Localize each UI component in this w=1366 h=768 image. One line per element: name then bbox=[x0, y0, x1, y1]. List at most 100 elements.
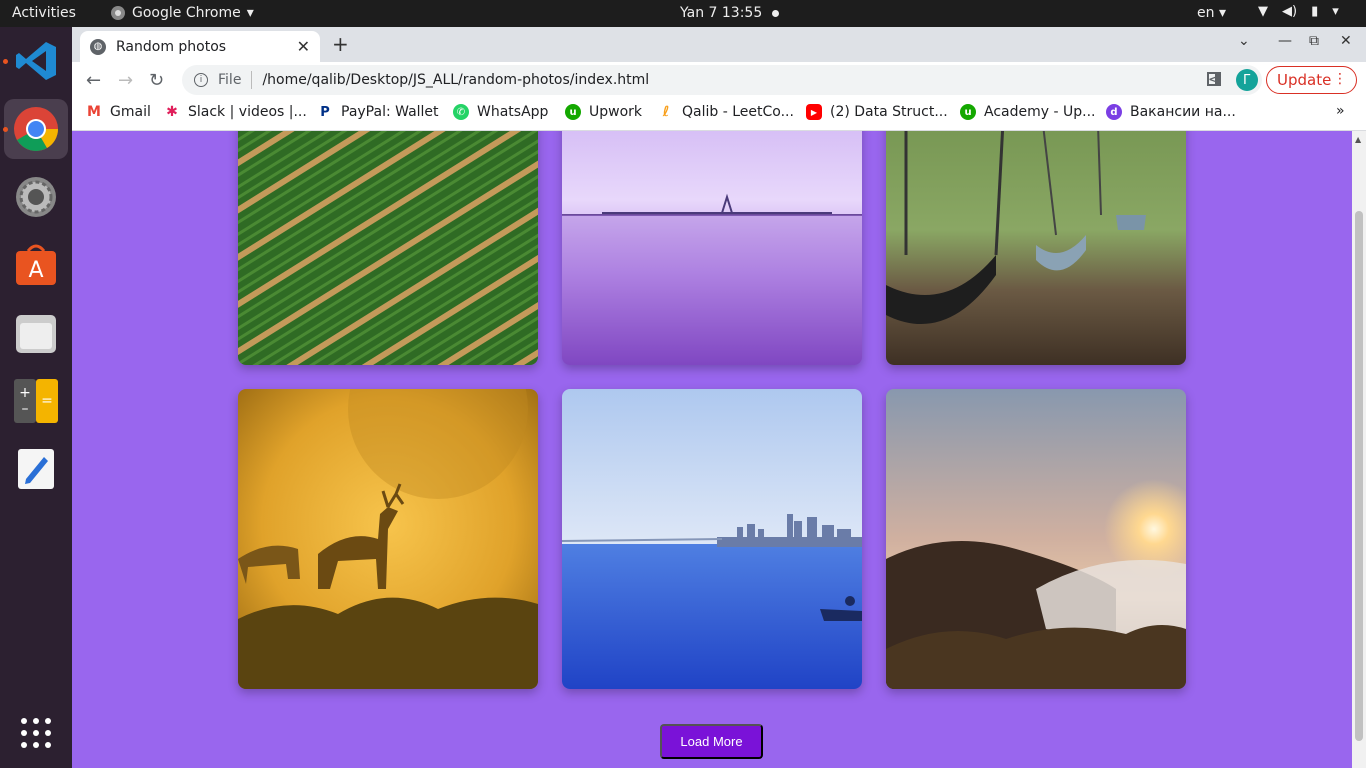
activities-button[interactable]: Activities bbox=[12, 5, 76, 21]
bookmark-label: Upwork bbox=[589, 104, 643, 120]
lang-label: en bbox=[1197, 5, 1215, 21]
dock-ubuntu-software[interactable]: A bbox=[4, 235, 68, 295]
tab-search-icon[interactable]: ⌄ bbox=[1238, 33, 1250, 49]
globe-icon: ◍ bbox=[90, 38, 106, 55]
dock-files[interactable] bbox=[4, 303, 68, 363]
youtube-icon: ▶ bbox=[806, 104, 822, 120]
bookmark-label: Academy - Up... bbox=[984, 104, 1096, 120]
scroll-up-icon[interactable]: ▲ bbox=[1355, 135, 1361, 144]
photo-card[interactable] bbox=[886, 131, 1186, 365]
bookmarks-bar: M Gmail ✱ Slack | videos |... P PayPal: Wal… bbox=[72, 98, 1366, 131]
minimize-button[interactable]: — bbox=[1278, 33, 1292, 49]
tab-title: Random photos bbox=[116, 38, 227, 55]
url-divider bbox=[251, 71, 253, 89]
upwork-icon: u bbox=[565, 104, 581, 120]
more-menu-icon: ⋮ bbox=[1333, 71, 1347, 87]
update-button[interactable]: Update ⋮ bbox=[1266, 66, 1357, 94]
chrome-small-icon bbox=[111, 6, 125, 20]
upwork-icon: u bbox=[960, 104, 976, 120]
scrollbar-thumb[interactable] bbox=[1355, 211, 1363, 741]
back-button[interactable]: ← bbox=[86, 70, 101, 91]
battery-icon: ▮ bbox=[1311, 4, 1319, 19]
vscode-icon bbox=[16, 42, 56, 80]
svg-text:–: – bbox=[22, 401, 29, 417]
bookmark-label: PayPal: Wallet bbox=[341, 104, 439, 120]
paypal-icon: P bbox=[320, 104, 330, 120]
reload-button[interactable]: ↻ bbox=[149, 70, 164, 91]
calculator-icon: +– = bbox=[14, 379, 58, 423]
svg-text:+: + bbox=[19, 385, 31, 401]
page-viewport: Load More bbox=[72, 131, 1352, 768]
system-top-bar: Activities Google Chrome ▾ Yan 7 13:55 e… bbox=[0, 0, 1366, 27]
dock-chrome[interactable] bbox=[3, 99, 68, 159]
side-panel-icon[interactable] bbox=[1207, 72, 1221, 86]
svg-text:=: = bbox=[41, 393, 53, 409]
browser-toolbar: ← → ↻ i File /home/qalib/Desktop/JS_ALL/… bbox=[72, 62, 1366, 98]
system-tray[interactable]: ▼ ◀) ▮ ▾ bbox=[1258, 4, 1339, 19]
text-editor-icon bbox=[18, 449, 54, 489]
site-info-icon[interactable]: i bbox=[194, 73, 208, 87]
show-applications-button[interactable] bbox=[4, 703, 68, 763]
photo-deer-mist bbox=[238, 389, 538, 689]
restore-button[interactable]: ⧉ bbox=[1309, 33, 1319, 49]
bookmark-label: Gmail bbox=[110, 104, 151, 120]
bookmark-djinni[interactable]: d Вакансии на... bbox=[1106, 104, 1236, 120]
profile-avatar[interactable]: Г bbox=[1236, 69, 1258, 91]
bookmark-label: Qalib - LeetCo... bbox=[682, 104, 794, 120]
url-text[interactable]: /home/qalib/Desktop/JS_ALL/random-photos… bbox=[262, 72, 649, 88]
photo-card[interactable] bbox=[238, 131, 538, 365]
close-window-button[interactable]: ✕ bbox=[1340, 33, 1352, 49]
app-menu[interactable]: Google Chrome ▾ bbox=[110, 5, 254, 21]
photo-card[interactable] bbox=[886, 389, 1186, 689]
bookmark-slack[interactable]: ✱ Slack | videos |... bbox=[164, 104, 307, 120]
svg-text:A: A bbox=[28, 258, 43, 283]
bookmark-leetcode[interactable]: ℓ Qalib - LeetCo... bbox=[658, 104, 794, 120]
clock[interactable]: Yan 7 13:55 bbox=[680, 5, 762, 21]
notification-dot bbox=[772, 10, 779, 17]
folder-icon bbox=[16, 315, 56, 353]
volume-icon: ◀) bbox=[1282, 4, 1298, 19]
photo-card[interactable] bbox=[562, 389, 862, 689]
bookmark-gmail[interactable]: M Gmail bbox=[86, 104, 151, 120]
running-indicator bbox=[3, 127, 8, 132]
update-label: Update bbox=[1277, 71, 1332, 89]
dock: A + – = bbox=[0, 27, 72, 768]
photo-card[interactable] bbox=[238, 389, 538, 689]
app-menu-label: Google Chrome bbox=[132, 5, 241, 21]
keyboard-layout[interactable]: en ▾ bbox=[1197, 5, 1226, 21]
dock-settings[interactable] bbox=[4, 167, 68, 227]
gmail-icon: M bbox=[87, 104, 101, 120]
bookmarks-overflow-icon[interactable]: » bbox=[1336, 103, 1345, 119]
new-tab-button[interactable]: + bbox=[332, 32, 349, 56]
tab-strip: ◍ Random photos ✕ + ⌄ — ⧉ ✕ bbox=[72, 27, 1366, 62]
wifi-icon: ▼ bbox=[1258, 4, 1268, 19]
dock-vscode[interactable] bbox=[3, 31, 68, 91]
load-more-button[interactable]: Load More bbox=[660, 724, 763, 759]
close-tab-icon[interactable]: ✕ bbox=[297, 37, 310, 56]
bookmark-paypal[interactable]: P PayPal: Wallet bbox=[317, 104, 439, 120]
photo-sunset-fog bbox=[886, 389, 1186, 689]
address-bar[interactable]: i File /home/qalib/Desktop/JS_ALL/random… bbox=[182, 65, 1262, 95]
chrome-icon bbox=[14, 107, 58, 151]
page-scrollbar[interactable]: ▲ bbox=[1352, 131, 1366, 768]
tab-random-photos[interactable]: ◍ Random photos ✕ bbox=[80, 31, 320, 62]
app-grid-icon bbox=[21, 718, 51, 748]
bookmark-upwork-academy[interactable]: u Academy - Up... bbox=[960, 104, 1095, 120]
photo-city-bay bbox=[562, 389, 862, 689]
dock-text-editor[interactable] bbox=[4, 439, 68, 499]
leetcode-icon: ℓ bbox=[662, 104, 670, 120]
djinni-icon: d bbox=[1106, 104, 1122, 120]
bookmark-label: Slack | videos |... bbox=[188, 104, 307, 120]
forward-button[interactable]: → bbox=[118, 70, 133, 91]
settings-gear-icon bbox=[16, 177, 56, 217]
software-store-icon: A bbox=[16, 244, 56, 285]
bookmark-upwork[interactable]: u Upwork bbox=[565, 104, 642, 120]
photo-purple-bridge bbox=[562, 131, 862, 365]
chrome-window: ◍ Random photos ✕ + ⌄ — ⧉ ✕ ← → ↻ i File… bbox=[72, 27, 1366, 768]
dock-calculator[interactable]: + – = bbox=[4, 371, 68, 431]
photo-swings bbox=[886, 131, 1186, 365]
bookmark-youtube[interactable]: ▶ (2) Data Struct... bbox=[806, 104, 948, 120]
photo-card[interactable] bbox=[562, 131, 862, 365]
whatsapp-icon: ✆ bbox=[453, 104, 469, 120]
bookmark-whatsapp[interactable]: ✆ WhatsApp bbox=[453, 104, 548, 120]
